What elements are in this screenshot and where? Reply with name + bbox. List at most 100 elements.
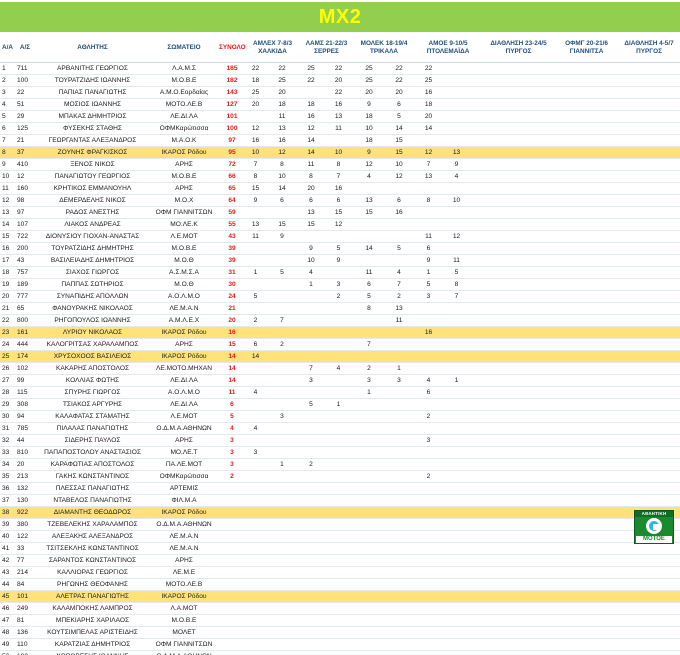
rider-name-cell: ΖΟΥΝΗΣ ΦΡΑΓΚΙΣΚΟΣ [35,146,150,159]
race-points-cell: 10 [354,122,385,135]
table-row: 38 922 ΔΙΑΜΑΝΤΗΣ ΘΕΟΔΩΡΟΣ ΙΚΑΡΟΣ Ρόδου [0,506,680,519]
race-points-cell [299,626,324,639]
pos-cell: 47 [0,614,15,627]
total-points-cell: 20 [218,314,246,327]
race-points-cell: 7 [323,170,355,183]
race-points-cell [414,206,444,219]
race-points-cell [555,506,619,519]
club-cell: ΜΟΤΟ.ΛΕ.Β [150,578,218,591]
pos-cell: 15 [0,230,15,243]
total-points-cell: 95 [218,146,246,159]
table-row: 25 174 ΧΡΥΣΟΧΟΟΣ ΒΑΣΙΛΕΙΟΣ ΙΚΑΡΟΣ Ρόδου 14 14 [0,350,680,363]
race-points-cell [354,578,385,591]
race-points-cell: 12 [246,122,265,135]
rider-name-cell: ΔΙΟΝΥΣΙΟΥ ΓΙΟΧΑΝ-ΑΝΑΣΤΑΣ [35,230,150,243]
total-points-cell [218,614,246,627]
race-points-cell [299,470,324,483]
race-points-cell [414,482,444,495]
number-cell: 99 [15,374,35,387]
race-points-cell [470,374,483,387]
race-points-cell: 4 [246,422,265,435]
total-points-cell: 24 [218,290,246,303]
race-points-cell [265,602,300,615]
pos-cell: 5 [0,110,15,123]
pos-cell: 46 [0,602,15,615]
table-row: 41 33 ΤΣΙΤΣΕΚΛΗΣ ΚΩΝΣΤΑΝΤΙΝΟΣ ΛΕ.Μ.Α.Ν [0,542,680,555]
rider-name-cell: ΤΟΥΡΑΤΖΙΔΗΣ ΔΗΜΗΤΡΗΣ [35,242,150,255]
race-points-cell [323,314,355,327]
race-points-cell [246,578,265,591]
race-points-cell [555,410,619,423]
race-points-cell [443,614,471,627]
race-points-cell: 14 [414,122,444,135]
race-points-cell: 3 [414,290,444,303]
club-cell: ΜΟΤΟ.ΛΕ.Β [150,98,218,111]
table-row: 30 94 ΚΑΛΑΦΑΤΑΣ ΣΤΑΜΑΤΗΣ Λ.Ε.ΜΟΤ 5 3 2 [0,410,680,423]
race-points-cell: 9 [354,98,385,111]
race-points-cell: 22 [323,86,355,99]
race-points-cell [618,182,680,195]
race-points-cell [555,602,619,615]
club-cell: ΛΕ.ΜΟΤΟ.ΜΗΧΑΝ [150,362,218,375]
race-points-cell: 5 [384,242,415,255]
pos-cell: 7 [0,134,15,147]
race-points-cell [323,350,355,363]
number-cell: 22 [15,86,35,99]
pos-cell: 21 [0,302,15,315]
race-points-cell [618,590,680,603]
race-points-cell: 13 [384,302,415,315]
race-points-cell [482,350,556,363]
number-cell: 174 [15,350,35,363]
race-points-cell [354,434,385,447]
race-points-cell [482,446,556,459]
race-points-cell [470,530,483,543]
race-points-cell [246,374,265,387]
race-points-cell [482,266,556,279]
race-points-cell [354,650,385,655]
rider-name-cell: ΞΕΝΟΣ ΝΙΚΟΣ [35,158,150,171]
race-points-cell [555,446,619,459]
pos-cell: 39 [0,518,15,531]
rider-name-cell: ΤΣΙΤΣΕΚΛΗΣ ΚΩΝΣΤΑΝΤΙΝΟΣ [35,542,150,555]
race-points-cell: 3 [265,410,300,423]
race-points-cell [246,590,265,603]
race-points-cell [470,494,483,507]
race-points-cell: 16 [414,86,444,99]
race-points-cell [555,302,619,315]
race-points-cell [384,578,415,591]
pos-cell: 24 [0,338,15,351]
number-cell: 213 [15,470,35,483]
race-points-cell [265,278,300,291]
pos-cell: 20 [0,290,15,303]
race-points-cell [618,218,680,231]
total-points-cell [218,602,246,615]
total-points-cell [218,590,246,603]
race-points-cell [246,494,265,507]
rider-name-cell: ΛΥΡΙΟΥ ΝΙΚΟΛΑΟΣ [35,326,150,339]
race-points-cell [555,278,619,291]
race-points-cell [299,338,324,351]
total-points-cell [218,578,246,591]
race-points-cell [246,410,265,423]
rider-name-cell: ΒΑΣΙΛΕΙΑΔΗΣ ΔΗΜΗΤΡΙΟΣ [35,254,150,267]
race-points-cell [470,230,483,243]
number-cell: 29 [15,110,35,123]
race-points-cell [384,446,415,459]
race-points-cell [555,290,619,303]
table-row: 4 51 ΜΟΣΙΟΣ ΙΩΑΝΝΗΣ ΜΟΤΟ.ΛΕ.Β 127 20 18 18 16 9 6 1… [0,98,680,111]
pos-cell: 11 [0,182,15,195]
race-points-cell [555,470,619,483]
race-points-cell: 20 [246,98,265,111]
race-points-cell [555,614,619,627]
number-cell: 161 [15,326,35,339]
table-row: 12 98 ΔΕΜΕΡΔΕΛΗΣ ΝΙΚΟΣ Μ.Ο.Χ 64 9 6 6 6 13 6 8 10 [0,194,680,207]
table-row: 27 99 ΚΟΛΛΙΑΣ ΦΩΤΗΣ ΛΕ.ΔΙ.ΛΑ 14 3 3 3 4 1 [0,374,680,387]
race-points-cell: 18 [299,98,324,111]
race-points-cell [246,626,265,639]
race-points-cell [482,110,556,123]
race-points-cell [555,170,619,183]
number-cell: 98 [15,194,35,207]
pos-cell: 22 [0,314,15,327]
col-header-round-7: ΔΙΑΘΛΗΣΗ 4-5/7 ΠΥΡΓΟΣ [618,35,680,63]
table-row: 6 125 ΦΥΣΕΚΗΣ ΣΤΑΘΗΣ ΟΦΜΚαρώτισσα 100 12 13 12 1… [0,122,680,135]
